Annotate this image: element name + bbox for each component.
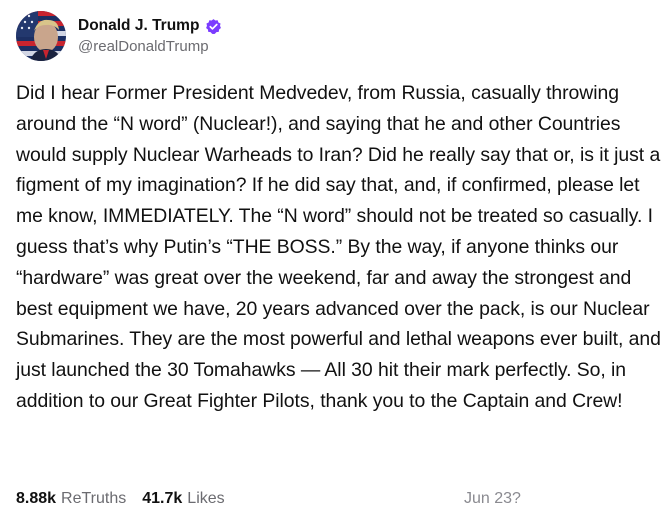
avatar[interactable]: [16, 11, 66, 61]
post-header: Donald J. Trump @realDonaldTrump: [14, 6, 660, 66]
likes-count: 41.7k: [142, 490, 183, 507]
user-handle[interactable]: @realDonaldTrump: [78, 38, 222, 55]
post-stats-bar: 8.88k ReTruths 41.7k Likes Jun 23?: [16, 486, 658, 512]
retruths-label: ReTruths: [61, 490, 127, 507]
post-text: Did I hear Former President Medvedev, fr…: [16, 82, 661, 412]
verified-badge-icon: [205, 18, 222, 35]
author-info: Donald J. Trump @realDonaldTrump: [78, 17, 222, 55]
display-name[interactable]: Donald J. Trump: [78, 17, 199, 35]
post-timestamp[interactable]: Jun 23?: [464, 490, 521, 508]
likes-stat[interactable]: 41.7k Likes: [142, 490, 224, 508]
likes-label: Likes: [187, 490, 225, 507]
avatar-image: [16, 11, 66, 61]
display-name-row: Donald J. Trump: [78, 17, 222, 35]
retruths-stat[interactable]: 8.88k ReTruths: [16, 490, 126, 508]
retruths-count: 8.88k: [16, 490, 57, 507]
post-card: Donald J. Trump @realDonaldTrump Did I h…: [0, 0, 672, 520]
